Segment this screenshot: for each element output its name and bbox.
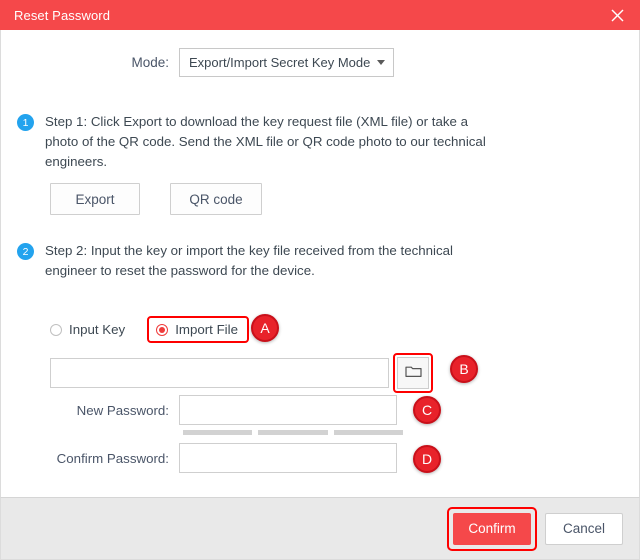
confirm-password-label: Confirm Password: <box>56 450 169 466</box>
dialog-body: Mode: Export/Import Secret Key Mode 1 St… <box>0 30 640 497</box>
annotation-marker-c: C <box>413 396 441 424</box>
qr-code-button[interactable]: QR code <box>170 183 262 215</box>
annotation-marker-b: B <box>450 355 478 383</box>
radio-selected-icon <box>156 323 169 336</box>
step-2-badge: 2 <box>17 243 34 260</box>
new-password-label: New Password: <box>76 402 169 418</box>
step-2-text: Step 2: Input the key or import the key … <box>45 243 453 278</box>
export-button[interactable]: Export <box>50 183 140 215</box>
import-file-highlight: Import File <box>147 316 249 343</box>
confirm-button-highlight: Confirm <box>447 506 537 551</box>
radio-unselected-icon <box>50 323 62 336</box>
confirm-password-row: Confirm Password: <box>1 443 639 473</box>
file-path-input[interactable] <box>50 358 389 388</box>
file-path-row <box>50 353 433 393</box>
step-2: 2 Step 2: Input the key or import the ke… <box>17 241 490 281</box>
chevron-down-icon <box>377 60 385 65</box>
dialog-title: Reset Password <box>14 7 111 23</box>
step-1: 1 Step 1: Click Export to download the k… <box>17 112 490 172</box>
mode-label: Mode: <box>131 55 169 70</box>
step-1-badge: 1 <box>17 114 34 131</box>
radio-import-file-label: Import File <box>175 322 238 337</box>
step-1-actions: Export QR code <box>50 183 262 215</box>
cancel-button[interactable]: Cancel <box>545 512 623 545</box>
strength-segment <box>258 430 328 435</box>
radio-import-file[interactable]: Import File <box>156 322 238 337</box>
dialog-footer: Confirm Cancel <box>0 497 640 560</box>
mode-select[interactable]: Export/Import Secret Key Mode <box>179 48 394 77</box>
confirm-button[interactable]: Confirm <box>453 512 531 545</box>
password-strength-indicator <box>183 430 403 435</box>
annotation-marker-d: D <box>413 445 441 473</box>
annotation-marker-a: A <box>251 314 279 342</box>
new-password-row: New Password: <box>1 395 639 425</box>
folder-icon <box>404 364 422 383</box>
strength-segment <box>183 430 253 435</box>
radio-input-key-label: Input Key <box>69 322 126 337</box>
close-icon[interactable] <box>606 4 628 26</box>
mode-row: Mode: Export/Import Secret Key Mode <box>1 48 639 77</box>
dialog-titlebar: Reset Password <box>0 0 640 30</box>
confirm-password-input[interactable] <box>179 443 397 473</box>
strength-segment <box>333 430 403 435</box>
new-password-input[interactable] <box>179 395 397 425</box>
browse-file-button[interactable] <box>397 357 429 389</box>
browse-button-highlight <box>393 353 433 393</box>
key-source-radio-group: Input Key Import File <box>50 316 249 343</box>
step-1-text: Step 1: Click Export to download the key… <box>45 114 486 169</box>
reset-password-dialog: Reset Password Mode: Export/Import Secre… <box>0 0 640 560</box>
radio-input-key[interactable]: Input Key <box>50 322 125 337</box>
mode-selected-value: Export/Import Secret Key Mode <box>189 55 371 70</box>
